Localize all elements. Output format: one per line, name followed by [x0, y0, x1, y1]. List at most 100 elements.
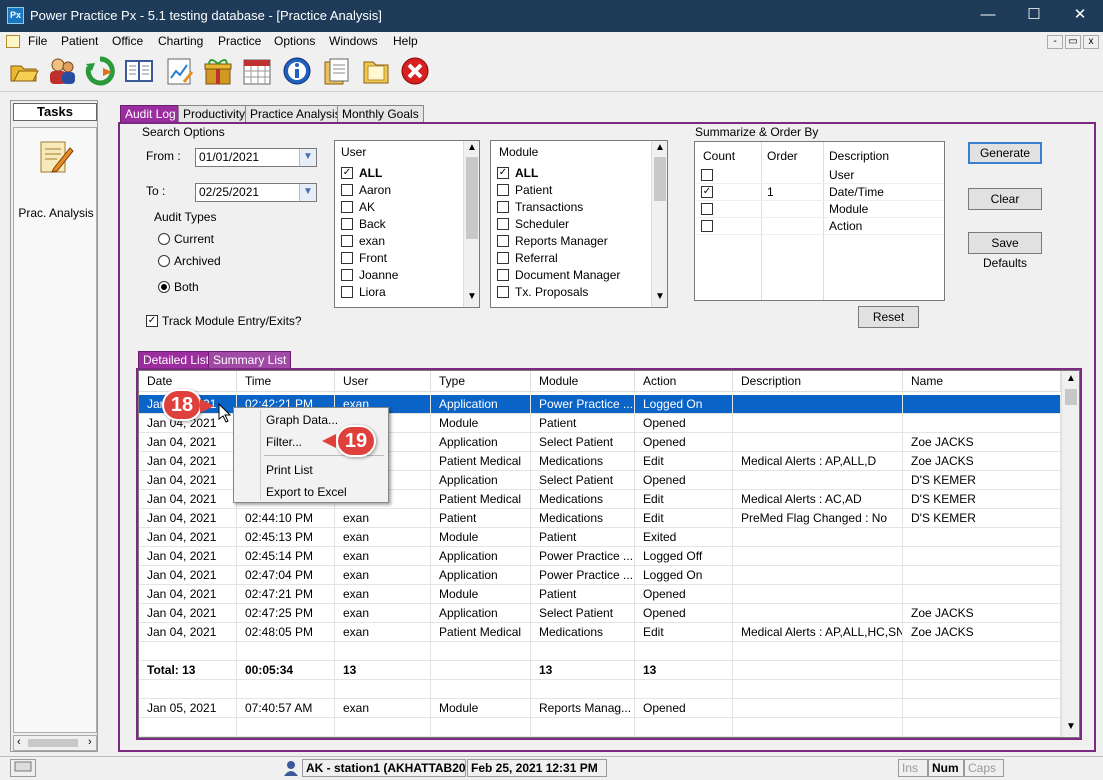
count-checkbox[interactable] — [701, 169, 713, 181]
menu-office[interactable]: Office — [112, 34, 143, 48]
table-row[interactable]: Jan 04, 2021 02:47:21 PM exan Module Patient… — [139, 585, 1061, 604]
table-row[interactable]: Jan 04, 2021 02:45:13 PM exan Module Patient… — [139, 528, 1061, 547]
user-list-item[interactable]: Front — [339, 250, 463, 267]
module-checkbox[interactable] — [497, 235, 509, 247]
table-row[interactable]: Jan 04, 2021 02:48:05 PM exan Patient Medic… — [139, 623, 1061, 642]
column-header[interactable]: User — [335, 371, 431, 392]
task-practice-analysis[interactable]: Prac. Analysis — [14, 206, 98, 220]
refresh-icon[interactable] — [85, 56, 115, 86]
exit-icon[interactable] — [400, 56, 430, 86]
module-checkbox[interactable] — [497, 286, 509, 298]
minimize-button[interactable]: — — [965, 0, 1011, 32]
chart-icon[interactable] — [164, 56, 194, 86]
table-row[interactable]: Jan 04, 2021 02:44:10 PM exan Patient Medica… — [139, 509, 1061, 528]
table-row[interactable] — [139, 718, 1061, 737]
table-row[interactable]: Jan 05, 2021 07:40:57 AM exan Module Reports… — [139, 699, 1061, 718]
table-row[interactable] — [139, 680, 1061, 699]
maximize-button[interactable]: ☐ — [1011, 0, 1057, 32]
chevron-down-icon[interactable]: ▼ — [299, 149, 316, 166]
clear-button[interactable]: Clear — [968, 188, 1042, 210]
calendar-icon[interactable] — [242, 56, 272, 86]
user-listbox[interactable]: User ✓ ALL Aaron AK Back exan Front Joanne Liora… — [334, 140, 480, 308]
menu-practice[interactable]: Practice — [218, 34, 261, 48]
scroll-down-icon[interactable]: ▼ — [655, 291, 665, 302]
module-list-item[interactable]: Referral — [497, 250, 649, 267]
module-list-item[interactable]: Patient — [497, 182, 649, 199]
gifts-icon[interactable] — [203, 56, 233, 86]
menu-file[interactable]: File — [28, 34, 47, 48]
user-list-item[interactable]: Aaron — [339, 182, 463, 199]
summarize-row[interactable]: Action — [695, 218, 944, 235]
scroll-thumb[interactable] — [1065, 389, 1077, 405]
scroll-thumb[interactable] — [654, 157, 666, 201]
user-list-item[interactable]: ✓ ALL — [339, 165, 463, 182]
count-checkbox[interactable] — [701, 203, 713, 215]
user-list-item[interactable]: AK — [339, 199, 463, 216]
from-date-field[interactable]: 01/01/2021 ▼ — [195, 148, 317, 167]
menu-print-list[interactable]: Print List — [266, 463, 313, 477]
scroll-thumb[interactable] — [28, 739, 78, 747]
generate-button[interactable]: Generate — [968, 142, 1042, 164]
radio-both[interactable] — [158, 281, 170, 293]
table-row[interactable]: Jan 04, 2021 02:47:04 PM exan Application Po… — [139, 566, 1061, 585]
scroll-down-icon[interactable]: ▼ — [467, 291, 477, 302]
column-header[interactable]: Time — [237, 371, 335, 392]
module-checkbox[interactable] — [497, 201, 509, 213]
user-list-scrollbar[interactable]: ▲ ▼ — [463, 141, 479, 307]
column-header[interactable]: Action — [635, 371, 733, 392]
reset-button[interactable]: Reset — [858, 306, 919, 328]
module-list-item[interactable]: Document Manager — [497, 267, 649, 284]
table-row[interactable]: Jan 04, 2021 02:47:25 PM exan Application Se… — [139, 604, 1061, 623]
mdi-minimize-button[interactable]: - — [1047, 35, 1063, 49]
column-header[interactable]: Module — [531, 371, 635, 392]
menu-charting[interactable]: Charting — [158, 34, 203, 48]
user-checkbox[interactable] — [341, 235, 353, 247]
user-list-item[interactable]: exan — [339, 233, 463, 250]
user-checkbox[interactable] — [341, 286, 353, 298]
summarize-row[interactable]: Module — [695, 201, 944, 218]
module-list-item[interactable]: Transactions — [497, 199, 649, 216]
module-list-item[interactable]: Tx. Proposals — [497, 284, 649, 301]
menu-graph-data[interactable]: Graph Data... — [266, 413, 338, 427]
menu-export-excel[interactable]: Export to Excel — [266, 485, 347, 499]
user-list-item[interactable]: Liora — [339, 284, 463, 301]
user-checkbox[interactable] — [341, 184, 353, 196]
module-list-item[interactable]: Reports Manager — [497, 233, 649, 250]
documents-icon[interactable] — [321, 56, 351, 86]
open-folder-icon[interactable] — [9, 56, 39, 86]
grid-scrollbar[interactable]: ▲ ▼ — [1061, 371, 1079, 737]
column-header[interactable]: Description — [733, 371, 903, 392]
column-header[interactable]: Name — [903, 371, 1061, 392]
book-icon[interactable] — [124, 56, 154, 86]
count-checkbox[interactable]: ✓ — [701, 186, 713, 198]
module-listbox[interactable]: Module ✓ ALL Patient Transactions Scheduler R… — [490, 140, 668, 308]
table-row[interactable]: Total: 13 00:05:34 13 13 13 — [139, 661, 1061, 680]
scroll-thumb[interactable] — [466, 157, 478, 239]
scroll-up-icon[interactable]: ▲ — [1066, 373, 1076, 384]
summarize-row[interactable]: User — [695, 167, 944, 184]
mdi-restore-button[interactable]: ▭ — [1065, 35, 1081, 49]
scroll-left-icon[interactable]: ‹ — [17, 736, 21, 748]
info-icon[interactable] — [282, 56, 312, 86]
scroll-up-icon[interactable]: ▲ — [655, 142, 665, 153]
menu-windows[interactable]: Windows — [329, 34, 378, 48]
chevron-down-icon[interactable]: ▼ — [299, 184, 316, 201]
scroll-up-icon[interactable]: ▲ — [467, 142, 477, 153]
count-checkbox[interactable] — [701, 220, 713, 232]
close-window-button[interactable]: ✕ — [1057, 0, 1103, 32]
module-checkbox[interactable]: ✓ — [497, 167, 509, 179]
user-checkbox[interactable] — [341, 218, 353, 230]
user-checkbox[interactable] — [341, 269, 353, 281]
menu-filter[interactable]: Filter... — [266, 435, 302, 449]
radio-current[interactable] — [158, 233, 170, 245]
module-list-item[interactable]: ✓ ALL — [497, 165, 649, 182]
module-list-item[interactable]: Scheduler — [497, 216, 649, 233]
menu-options[interactable]: Options — [274, 34, 315, 48]
module-checkbox[interactable] — [497, 218, 509, 230]
save-defaults-button[interactable]: Save Defaults — [968, 232, 1042, 270]
user-list-item[interactable]: Back — [339, 216, 463, 233]
table-row[interactable] — [139, 642, 1061, 661]
summarize-row[interactable]: ✓ 1 Date/Time — [695, 184, 944, 201]
module-checkbox[interactable] — [497, 252, 509, 264]
menu-patient[interactable]: Patient — [61, 34, 98, 48]
